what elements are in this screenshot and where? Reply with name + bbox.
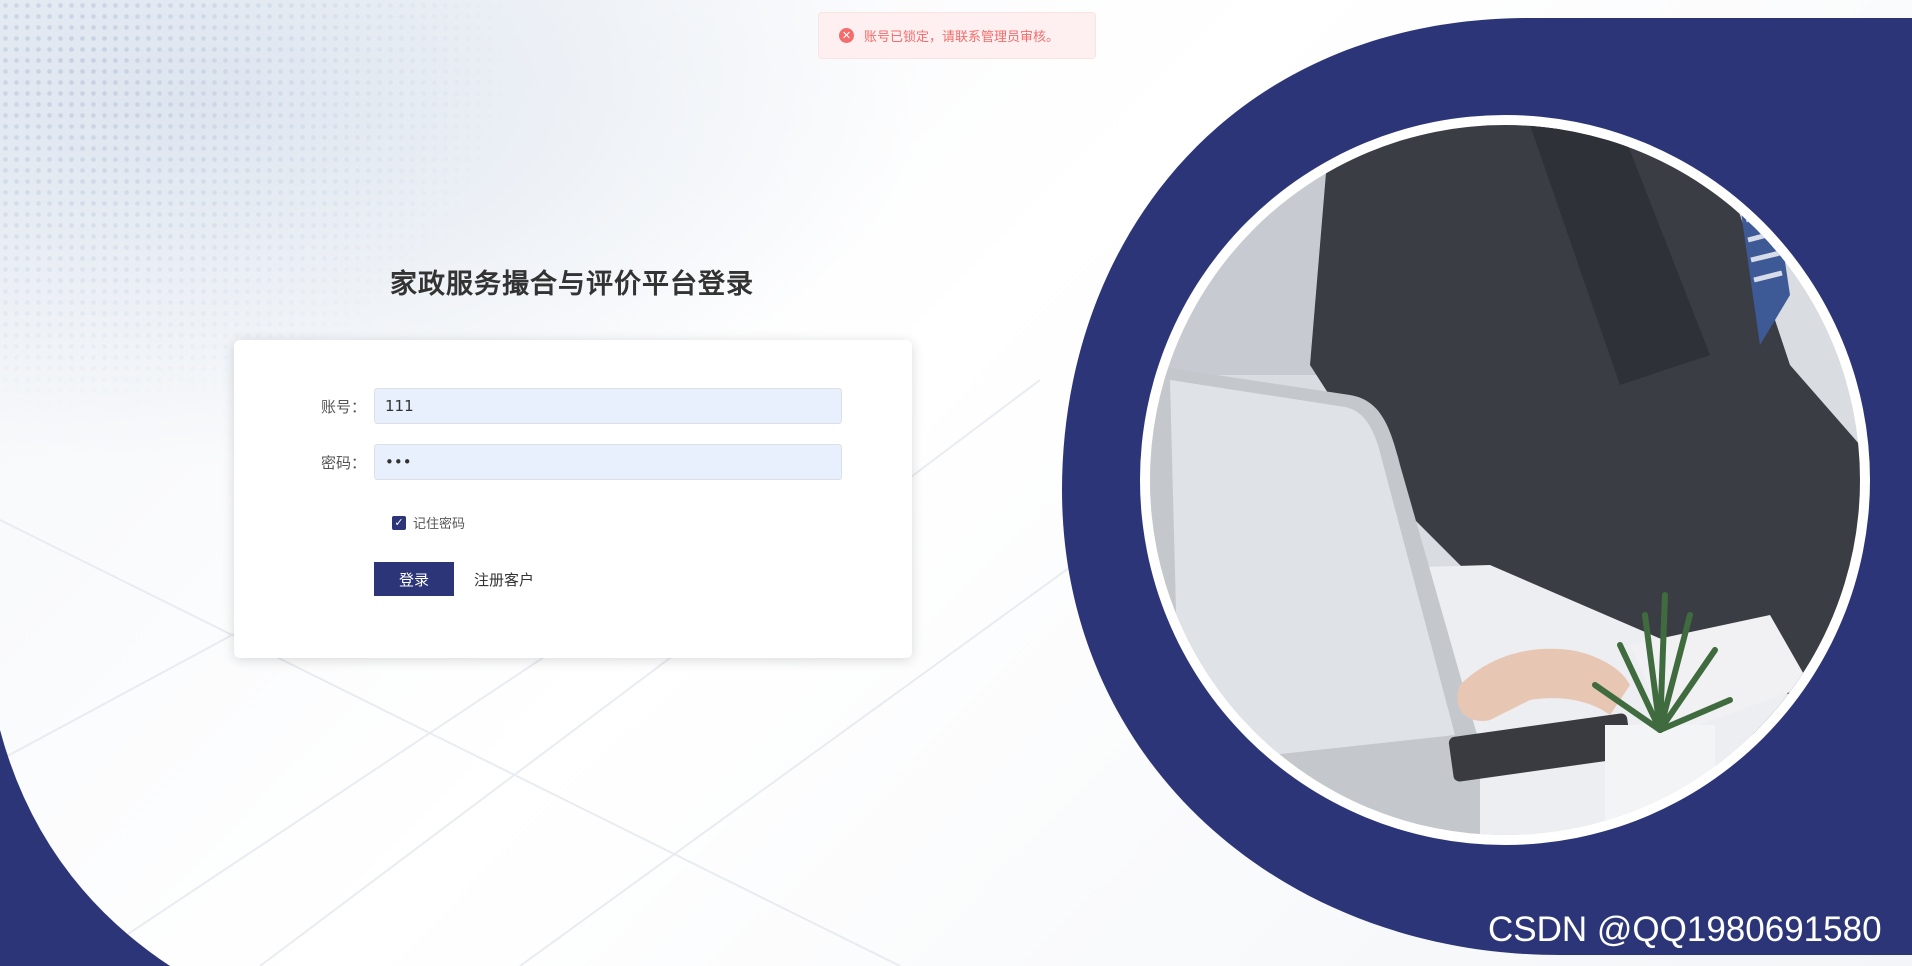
bottom-left-blue-shape — [0, 730, 170, 966]
login-button[interactable]: 登录 — [374, 562, 454, 596]
remember-password-checkbox[interactable]: ✓ 记住密码 — [392, 513, 465, 532]
account-row: 账号： — [234, 388, 842, 424]
error-toast: ✕ 账号已锁定，请联系管理员审核。 — [818, 12, 1096, 59]
error-circle-icon: ✕ — [839, 28, 854, 43]
checkbox-checked-icon[interactable]: ✓ — [392, 515, 406, 530]
remember-label: 记住密码 — [413, 517, 466, 532]
account-input[interactable] — [374, 388, 842, 424]
hero-photo — [1150, 125, 1860, 835]
password-input[interactable] — [374, 444, 842, 480]
login-card: 账号： 密码： ✓ 记住密码 登录 注册客户 — [234, 340, 912, 658]
businessman-laptop-illustration — [1150, 125, 1860, 835]
hero-photo-frame — [1140, 115, 1870, 845]
csdn-watermark: CSDN @QQ1980691580 — [1488, 910, 1882, 949]
password-row: 密码： — [234, 444, 842, 480]
account-label: 账号： — [320, 397, 366, 416]
register-customer-link[interactable]: 注册客户 — [474, 569, 534, 590]
password-label: 密码： — [320, 453, 366, 472]
login-title: 家政服务撮合与评价平台登录 — [390, 269, 754, 300]
toast-message: 账号已锁定，请联系管理员审核。 — [864, 30, 1060, 45]
